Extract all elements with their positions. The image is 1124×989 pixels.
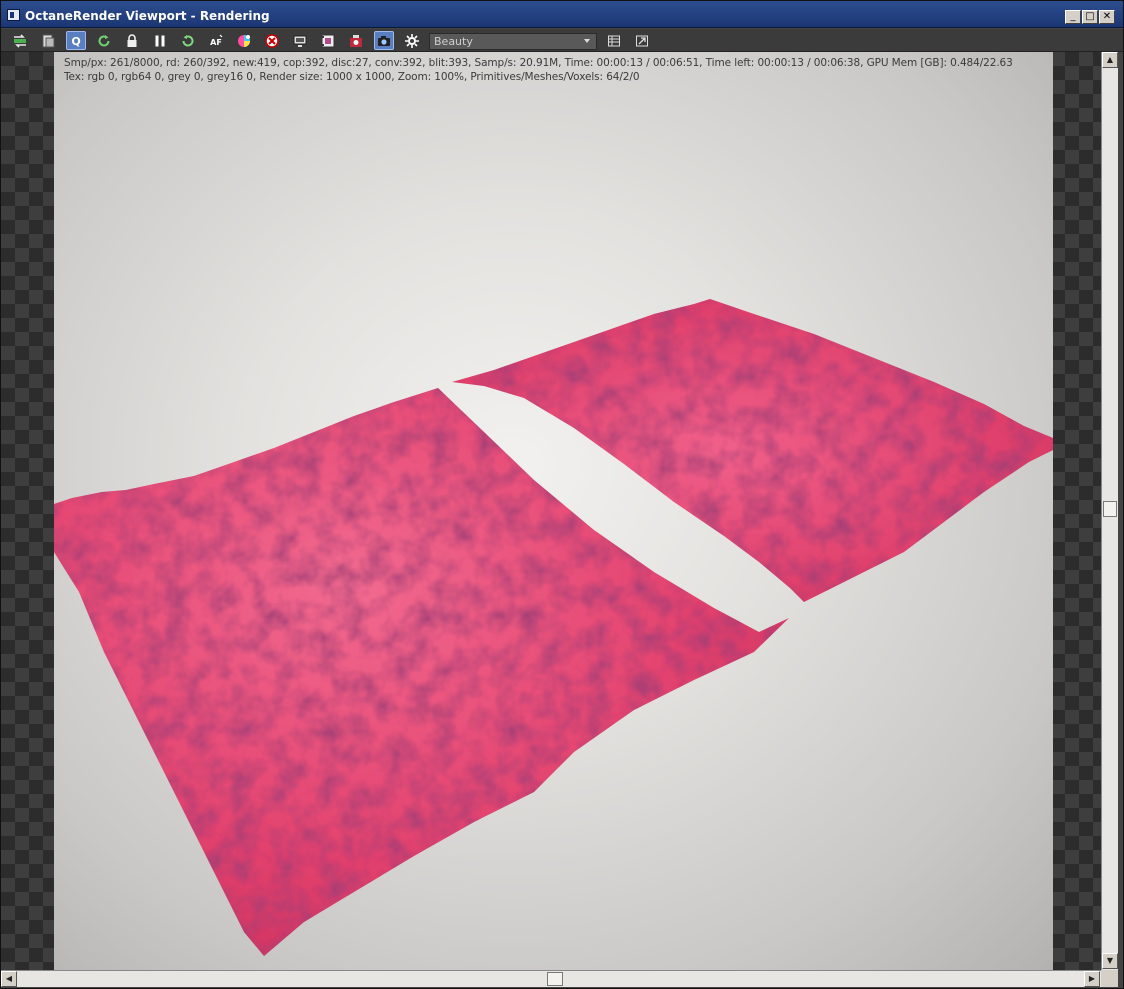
chevron-down-icon: [584, 39, 590, 43]
export-icon: [636, 35, 648, 46]
stats-line-2: Tex: rgb 0, rgb64 0, grey 0, grey16 0, R…: [64, 71, 640, 83]
refresh-icon: [182, 34, 194, 46]
render-pass-select[interactable]: Beauty: [429, 33, 597, 50]
pause-button[interactable]: [150, 31, 170, 50]
render-statistics: Smp/px: 261/8000, rd: 260/392, new:419, …: [64, 56, 1013, 84]
lock-icon: [127, 33, 137, 47]
region-render-button[interactable]: [262, 31, 282, 50]
display-button[interactable]: [290, 31, 310, 50]
camera-icon: [378, 35, 390, 46]
clear-scene-icon: [42, 34, 55, 47]
settings-button[interactable]: [402, 31, 422, 50]
horizontal-scrollbar[interactable]: ◀ ▶: [1, 970, 1101, 987]
restart-render-icon: [98, 34, 110, 46]
close-button[interactable]: ✕: [1099, 10, 1115, 24]
refresh-button[interactable]: [178, 31, 198, 50]
scroll-left-button[interactable]: ◀: [1, 971, 17, 987]
maximize-button[interactable]: □: [1082, 10, 1098, 24]
stats-line-1: Smp/px: 261/8000, rd: 260/392, new:419, …: [64, 57, 1013, 69]
scroll-right-button[interactable]: ▶: [1084, 971, 1100, 987]
vertical-scrollbar[interactable]: ▲ ▼: [1101, 52, 1118, 970]
app-window-icon: [7, 9, 20, 21]
film-icon: [321, 34, 335, 47]
quick-render-button[interactable]: Q: [66, 31, 86, 50]
render-viewport[interactable]: Smp/px: 261/8000, rd: 260/392, new:419, …: [1, 52, 1101, 970]
svg-text:Q: Q: [71, 35, 80, 48]
scrollbar-corner: [1101, 970, 1118, 987]
table-icon: [608, 35, 620, 46]
title-bar[interactable]: OctaneRender Viewport - Rendering _ □ ✕: [1, 1, 1123, 28]
octane-viewport-window: OctaneRender Viewport - Rendering _ □ ✕ …: [0, 0, 1124, 989]
display-icon: [293, 35, 307, 47]
render-image[interactable]: Smp/px: 261/8000, rd: 260/392, new:419, …: [54, 52, 1053, 970]
media-button[interactable]: [346, 31, 366, 50]
film-button[interactable]: [318, 31, 338, 50]
media-icon: [350, 34, 362, 47]
export-button[interactable]: [632, 31, 652, 50]
window-title: OctaneRender Viewport - Rendering: [25, 9, 270, 23]
region-render-icon: [265, 33, 279, 48]
render-pass-value: Beauty: [434, 35, 473, 48]
horizontal-scroll-thumb[interactable]: [547, 972, 563, 986]
restart-render-button[interactable]: [94, 31, 114, 50]
viewport-toolbar: Q AF Beauty: [1, 29, 1123, 52]
quick-render-icon: Q: [71, 35, 80, 48]
table-button[interactable]: [604, 31, 624, 50]
autofocus-button[interactable]: AF: [206, 31, 226, 50]
svg-text:AF: AF: [210, 38, 222, 47]
scroll-up-button[interactable]: ▲: [1102, 52, 1118, 68]
color-picker-button[interactable]: [234, 31, 254, 50]
send-scene-button[interactable]: [10, 31, 30, 50]
color-picker-icon: [238, 34, 250, 47]
clear-scene-button[interactable]: [38, 31, 58, 50]
camera-button[interactable]: [374, 31, 394, 50]
rendered-meshes: [54, 299, 1053, 956]
scroll-down-button[interactable]: ▼: [1102, 953, 1118, 969]
autofocus-icon: AF: [210, 34, 223, 47]
settings-gear-icon: [405, 33, 419, 48]
lock-button[interactable]: [122, 31, 142, 50]
pause-icon: [155, 35, 165, 46]
minimize-button[interactable]: _: [1065, 10, 1081, 24]
vertical-scroll-thumb[interactable]: [1103, 501, 1117, 517]
send-scene-icon: [14, 33, 26, 48]
